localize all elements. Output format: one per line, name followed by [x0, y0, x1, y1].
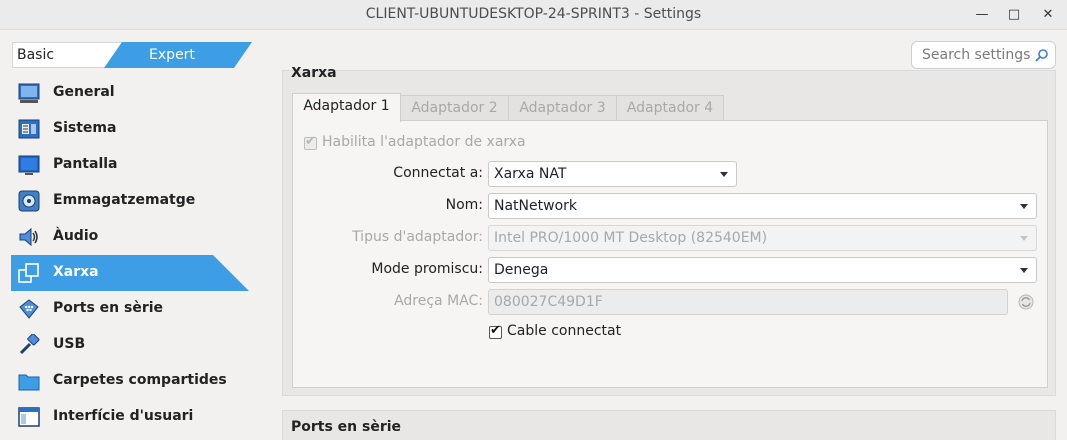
monitor-general-icon [18, 83, 40, 103]
promiscuous-label: Mode promiscu: [371, 261, 483, 277]
sidebar-item-usb[interactable]: USB [12, 327, 252, 363]
cable-connected-checkbox[interactable]: ✔ [489, 323, 502, 339]
sidebar-item-carpetes-compartides[interactable]: Carpetes compartides [12, 363, 252, 399]
speaker-icon [19, 227, 38, 247]
usb-icon [19, 334, 40, 355]
checkmark-icon: ✔ [305, 134, 316, 149]
sidebar-item-label: Xarxa [53, 264, 99, 280]
adapter-type-label: Tipus d'adaptador: [352, 229, 483, 245]
network-section: Xarxa Adaptador 1 Adaptador 2 Adaptador … [282, 67, 1056, 396]
attached-to-label: Connectat a: [393, 165, 483, 181]
sidebar-item-label: Emmagatzematge [53, 192, 196, 208]
mac-address-field[interactable]: 080027C49D1F [488, 289, 1008, 315]
mode-expert-tab[interactable]: Expert [112, 42, 232, 68]
enable-adapter-checkbox[interactable]: ✔ [304, 134, 317, 150]
name-label: Nom: [445, 197, 483, 213]
folder-icon [18, 374, 40, 391]
search-input[interactable] [922, 46, 1034, 64]
chip-system-icon [18, 119, 40, 139]
sidebar-item-audio[interactable]: Àudio [12, 219, 252, 255]
chevron-down-icon [1020, 204, 1028, 209]
network-icon [18, 263, 39, 283]
sidebar-selection-highlight [11, 255, 249, 291]
sidebar-item-label: Ports en sèrie [53, 300, 164, 316]
adapter-type-select[interactable]: Intel PRO/1000 MT Desktop (82540EM) [488, 225, 1037, 251]
network-name-select[interactable]: NatNetwork [488, 193, 1037, 219]
sidebar-item-label: Interfície d'usuari [53, 408, 194, 424]
tab-adaptador-4[interactable]: Adaptador 4 [616, 95, 724, 121]
tab-adaptador-2[interactable]: Adaptador 2 [400, 95, 509, 121]
disk-storage-icon [18, 190, 40, 212]
checkmark-icon: ✔ [490, 323, 501, 338]
refresh-mac-icon[interactable] [1017, 293, 1035, 311]
close-button[interactable]: ✕ [1037, 4, 1059, 26]
sidebar-item-xarxa[interactable]: Xarxa [11, 255, 252, 291]
minimize-button[interactable]: — [971, 4, 993, 26]
title-bar: CLIENT-UBUNTUDESKTOP-24-SPRINT3 - Settin… [0, 0, 1067, 30]
sidebar-item-label: USB [53, 336, 86, 352]
serial-ports-section: Ports en sèrie [282, 410, 1056, 440]
sidebar-item-label: Sistema [53, 120, 117, 136]
sidebar-item-label: General [53, 84, 115, 100]
chevron-down-icon [1020, 268, 1028, 273]
display-icon [18, 155, 40, 175]
attached-to-select[interactable]: Xarxa NAT [488, 161, 737, 187]
sidebar-item-pantalla[interactable]: Pantalla [12, 147, 252, 183]
promiscuous-mode-select[interactable]: Denega [488, 257, 1037, 283]
window-title: CLIENT-UBUNTUDESKTOP-24-SPRINT3 - Settin… [365, 6, 702, 22]
window-ui-icon [18, 407, 40, 427]
mac-address-label: Adreça MAC: [394, 293, 483, 309]
sidebar-item-label: Àudio [53, 228, 99, 244]
sidebar-item-ports-en-serie[interactable]: Ports en sèrie [12, 291, 252, 327]
mode-switcher: Basic Expert [12, 42, 252, 68]
section-title: Xarxa [291, 67, 337, 81]
adapter-panel: ✔ Habilita l'adaptador de xarxa Connecta… [292, 120, 1048, 388]
cable-connected-label: Cable connectat [507, 323, 622, 339]
search-box[interactable] [911, 41, 1056, 69]
settings-sidebar: Basic Expert General Sistema Pantalla Em… [0, 30, 258, 440]
chevron-down-icon [720, 172, 728, 177]
sidebar-item-label: Carpetes compartides [53, 372, 227, 388]
search-icon[interactable] [1035, 48, 1049, 62]
chevron-down-icon [1020, 236, 1028, 241]
section-title: Ports en sèrie [291, 419, 402, 435]
serial-port-icon [19, 299, 39, 319]
sidebar-item-label: Pantalla [53, 156, 118, 172]
sidebar-item-emmagatzematge[interactable]: Emmagatzematge [12, 183, 252, 219]
sidebar-item-general[interactable]: General [12, 75, 252, 111]
tab-adaptador-1[interactable]: Adaptador 1 [292, 93, 401, 122]
enable-adapter-label: Habilita l'adaptador de xarxa [322, 134, 526, 150]
tab-adaptador-3[interactable]: Adaptador 3 [508, 95, 617, 121]
maximize-button[interactable]: □ [1003, 4, 1025, 26]
sidebar-item-sistema[interactable]: Sistema [12, 111, 252, 147]
sidebar-item-interficie-usuari[interactable]: Interfície d'usuari [12, 399, 252, 435]
